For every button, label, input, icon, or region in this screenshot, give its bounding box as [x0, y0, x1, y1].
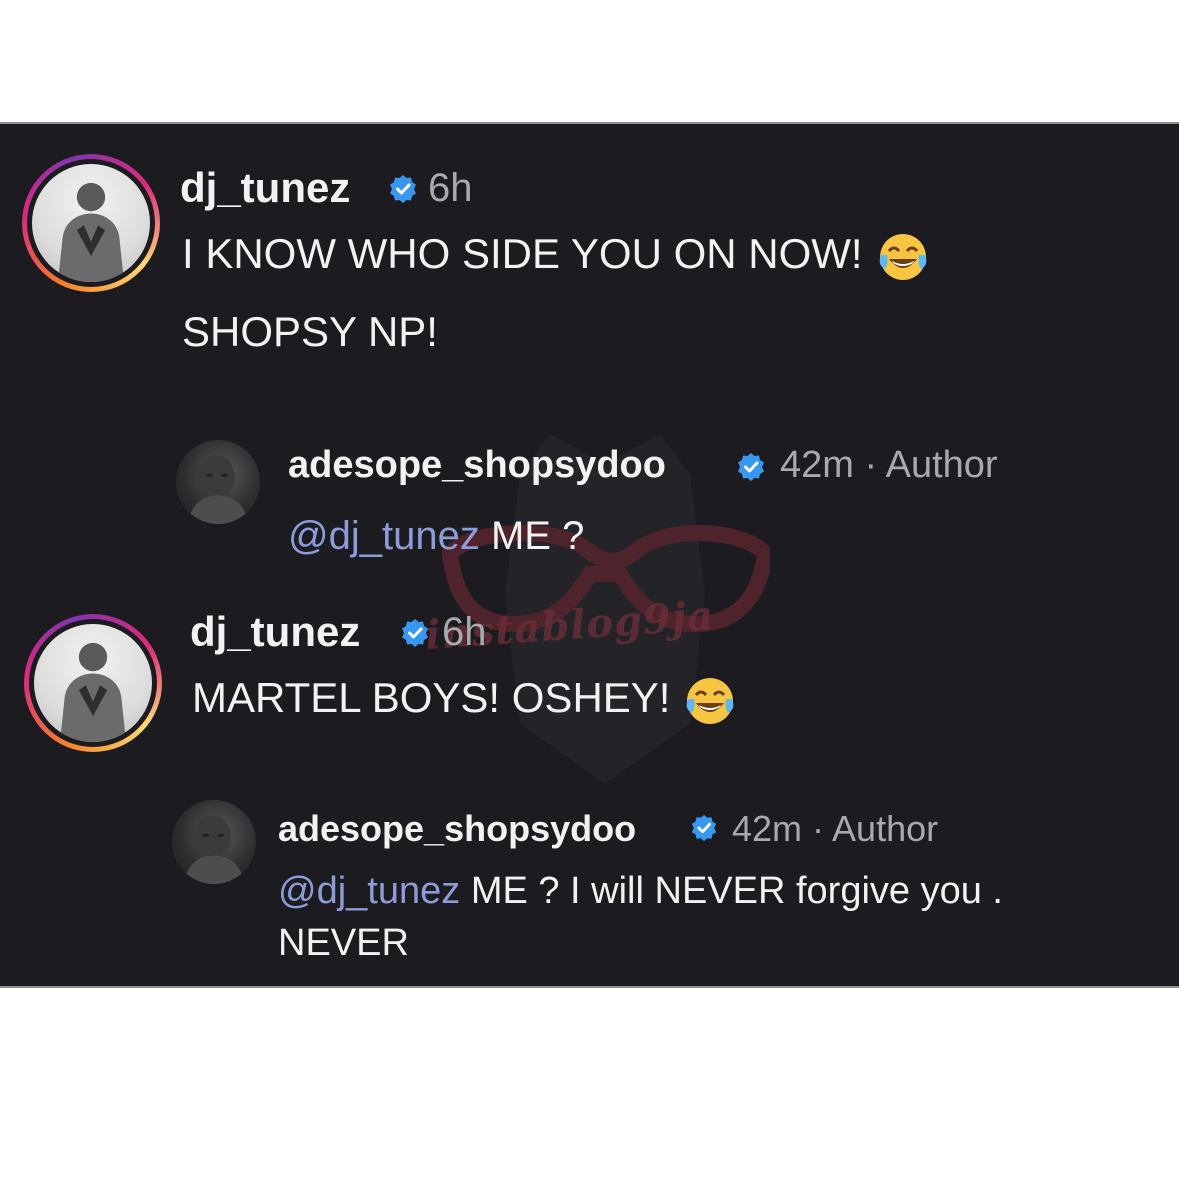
verified-badge-icon — [390, 175, 416, 203]
verified-badge-icon — [402, 619, 428, 647]
comment-timestamp: 6h — [442, 610, 487, 654]
mention-link[interactable]: @dj_tunez — [278, 870, 460, 912]
person-photo-icon — [57, 182, 125, 282]
comment-username[interactable]: dj_tunez — [190, 608, 360, 656]
avatar[interactable] — [24, 614, 162, 752]
comment-text: I KNOW WHO SIDE YOU ON NOW! — [182, 230, 929, 283]
reply-username[interactable]: adesope_shopsydoo — [288, 444, 666, 487]
comment-text-line: SHOPSY NP! — [182, 308, 438, 355]
avatar[interactable] — [176, 440, 260, 524]
avatar[interactable] — [172, 800, 256, 884]
reply-text: @dj_tunez ME ? I will NEVER forgive you … — [278, 870, 1003, 913]
reply-text-line: NEVER — [278, 922, 409, 964]
reply-text: @dj_tunez ME ? — [288, 514, 584, 559]
comment-text: MARTEL BOYS! OSHEY! — [192, 674, 736, 727]
comment-text-line: MARTEL BOYS! OSHEY! — [192, 674, 671, 721]
avatar[interactable] — [22, 154, 160, 292]
mention-link[interactable]: @dj_tunez — [288, 514, 480, 558]
comment-timestamp: 6h — [428, 166, 473, 210]
person-photo-icon — [59, 642, 127, 742]
person-photo-icon — [187, 455, 249, 524]
reply-text-content: ME ? — [490, 514, 585, 558]
reply-timestamp: 42m · Author — [780, 444, 998, 486]
verified-badge-icon — [738, 453, 764, 481]
reply-username[interactable]: adesope_shopsydoo — [278, 808, 636, 850]
reply-text-content: ME ? I will NEVER forgive you . — [470, 870, 1003, 912]
verified-badge-icon — [691, 814, 717, 842]
reply-timestamp: 42m · Author — [732, 808, 939, 849]
face-with-tears-of-joy-icon — [877, 231, 929, 283]
person-photo-icon — [183, 815, 245, 884]
comment-text-line: I KNOW WHO SIDE YOU ON NOW! — [182, 230, 863, 277]
comments-panel: instablog9ja dj_tunez 6h I KNOW WHO SIDE… — [0, 122, 1179, 988]
face-with-tears-of-joy-icon — [684, 675, 736, 727]
comment-username[interactable]: dj_tunez — [180, 164, 350, 212]
